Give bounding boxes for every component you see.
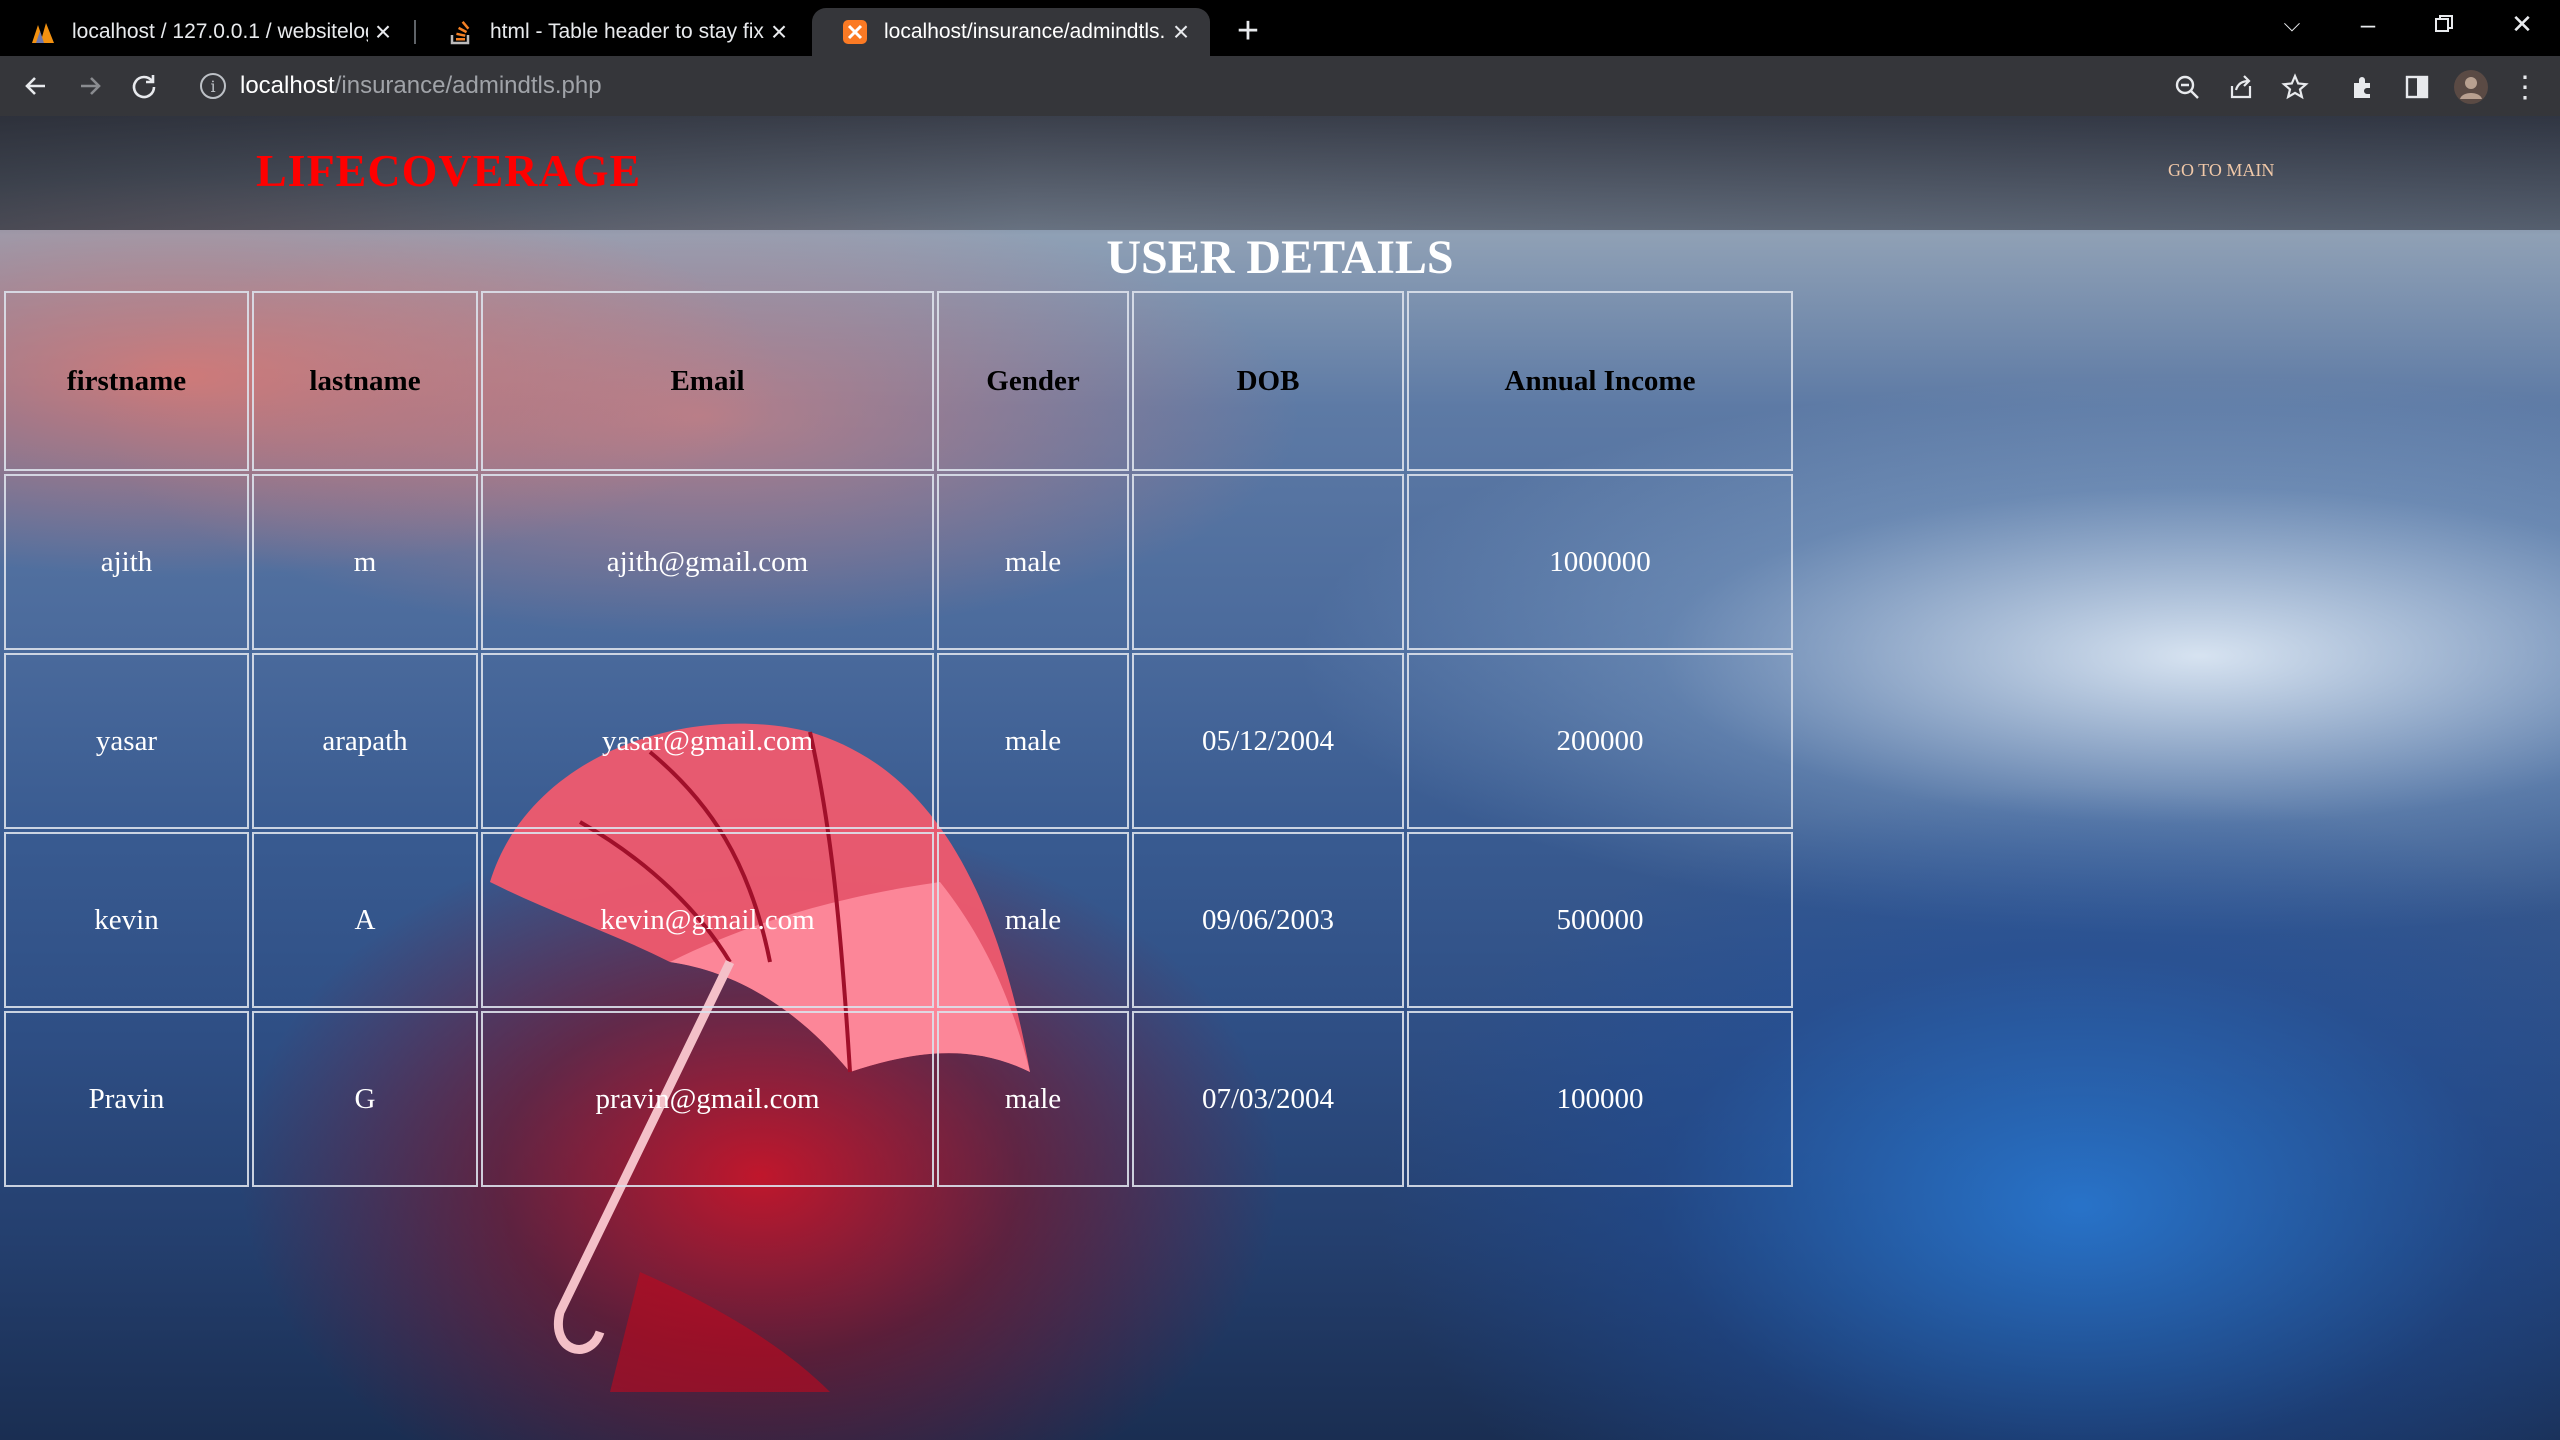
tab-title: localhost/insurance/admindtls.ph xyxy=(884,20,1166,43)
restore-button[interactable] xyxy=(2414,0,2474,48)
cell-annual-income: 200000 xyxy=(1407,653,1793,829)
column-header-dob: DOB xyxy=(1132,291,1404,471)
close-window-button[interactable]: ✕ xyxy=(2492,0,2552,48)
xampp-icon xyxy=(842,19,868,45)
cell-email: pravin@gmail.com xyxy=(481,1011,934,1187)
cell-dob: 05/12/2004 xyxy=(1132,653,1404,829)
zoom-icon[interactable] xyxy=(2168,68,2206,106)
column-header-firstname: firstname xyxy=(4,291,249,471)
page-background: LIFECOVERAGE GO TO MAIN USER DETAILS fir… xyxy=(0,116,2560,1440)
cell-dob: 09/06/2003 xyxy=(1132,832,1404,1008)
cell-gender: male xyxy=(937,1011,1129,1187)
back-arrow-icon xyxy=(25,77,45,95)
cell-email: ajith@gmail.com xyxy=(481,474,934,650)
share-icon[interactable] xyxy=(2222,68,2260,106)
table-header-row: firstname lastname Email Gender DOB Annu… xyxy=(4,291,1793,471)
cell-firstname: kevin xyxy=(4,832,249,1008)
cell-gender: male xyxy=(937,832,1129,1008)
cell-annual-income: 1000000 xyxy=(1407,474,1793,650)
table-row: yasar arapath yasar@gmail.com male 05/12… xyxy=(4,653,1793,829)
browser-tab-phpmyadmin[interactable]: localhost / 127.0.0.1 / websitelog × xyxy=(0,8,412,56)
back-button[interactable] xyxy=(14,64,58,108)
menu-kebab-icon[interactable]: ⋮ xyxy=(2506,68,2544,106)
table-row: kevin A kevin@gmail.com male 09/06/2003 … xyxy=(4,832,1793,1008)
cell-lastname: G xyxy=(252,1011,478,1187)
site-header: LIFECOVERAGE GO TO MAIN xyxy=(0,116,2560,230)
site-logo[interactable]: LIFECOVERAGE xyxy=(256,144,641,197)
url-path: /insurance/admindtls.php xyxy=(334,72,602,99)
go-to-main-link[interactable]: GO TO MAIN xyxy=(2168,160,2274,181)
forward-button[interactable] xyxy=(68,64,112,108)
cell-email: kevin@gmail.com xyxy=(481,832,934,1008)
tab-strip: localhost / 127.0.0.1 / websitelog × htm… xyxy=(0,0,2560,56)
cell-dob xyxy=(1132,474,1404,650)
address-bar[interactable]: i localhost/insurance/admindtls.php xyxy=(178,62,2178,110)
profile-avatar[interactable] xyxy=(2452,68,2490,106)
cell-firstname: Pravin xyxy=(4,1011,249,1187)
tab-title: html - Table header to stay fixed xyxy=(490,20,764,43)
restore-icon xyxy=(2435,15,2453,32)
tab-divider xyxy=(414,20,416,44)
site-info-icon[interactable]: i xyxy=(200,73,226,99)
table-row: ajith m ajith@gmail.com male 1000000 xyxy=(4,474,1793,650)
close-icon[interactable]: × xyxy=(1166,16,1196,48)
cell-firstname: ajith xyxy=(4,474,249,650)
stackoverflow-icon xyxy=(448,19,474,45)
close-icon[interactable]: × xyxy=(368,16,398,48)
tab-search-icon[interactable]: ⌵ xyxy=(2262,0,2322,48)
column-header-lastname: lastname xyxy=(252,291,478,471)
bookmark-star-icon[interactable] xyxy=(2276,68,2314,106)
browser-toolbar: i localhost/insurance/admindtls.php ⋮ xyxy=(0,56,2560,116)
cell-lastname: arapath xyxy=(252,653,478,829)
browser-tab-stackoverflow[interactable]: html - Table header to stay fixed × xyxy=(418,8,808,56)
cell-lastname: A xyxy=(252,832,478,1008)
cell-gender: male xyxy=(937,653,1129,829)
browser-tab-admindtls[interactable]: localhost/insurance/admindtls.ph × xyxy=(812,8,1210,56)
cell-email: yasar@gmail.com xyxy=(481,653,934,829)
column-header-email: Email xyxy=(481,291,934,471)
cell-annual-income: 500000 xyxy=(1407,832,1793,1008)
minimize-button[interactable]: – xyxy=(2338,0,2398,48)
extensions-icon[interactable] xyxy=(2344,68,2382,106)
page-title: USER DETAILS xyxy=(1106,231,1454,284)
column-header-annual-income: Annual Income xyxy=(1407,291,1793,471)
cell-firstname: yasar xyxy=(4,653,249,829)
url-host: localhost xyxy=(240,72,335,99)
table-row: Pravin G pravin@gmail.com male 07/03/200… xyxy=(4,1011,1793,1187)
cell-lastname: m xyxy=(252,474,478,650)
tab-title: localhost / 127.0.0.1 / websitelog xyxy=(72,20,368,43)
cell-dob: 07/03/2004 xyxy=(1132,1011,1404,1187)
new-tab-button[interactable]: + xyxy=(1226,10,1270,53)
reload-icon xyxy=(132,75,156,99)
column-header-gender: Gender xyxy=(937,291,1129,471)
close-icon[interactable]: × xyxy=(764,16,794,48)
cell-annual-income: 100000 xyxy=(1407,1011,1793,1187)
phpmyadmin-icon xyxy=(30,19,56,45)
user-details-table: firstname lastname Email Gender DOB Annu… xyxy=(1,288,1796,1190)
side-panel-icon[interactable] xyxy=(2398,68,2436,106)
reload-button[interactable] xyxy=(122,64,166,108)
cell-gender: male xyxy=(937,474,1129,650)
forward-arrow-icon xyxy=(81,77,101,95)
